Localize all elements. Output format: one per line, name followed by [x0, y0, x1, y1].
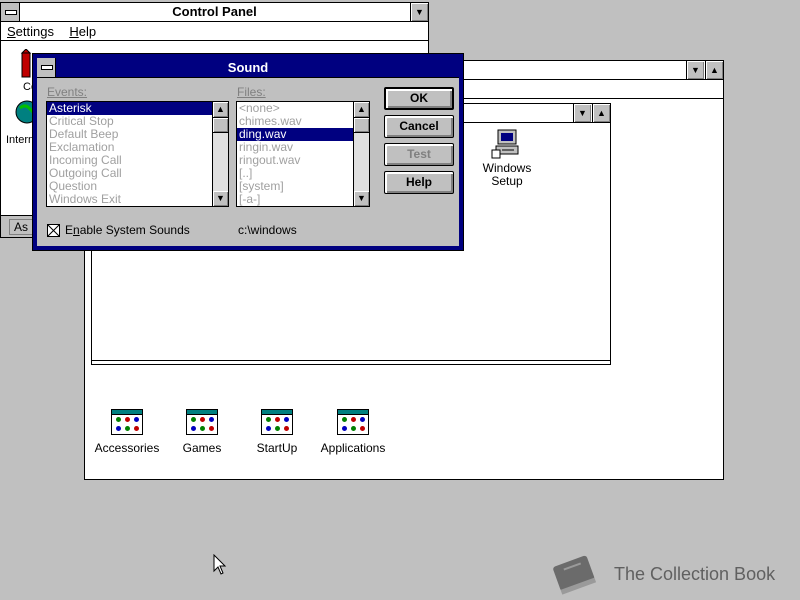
book-icon [553, 555, 597, 595]
sound-dialog-system-menu[interactable] [37, 58, 56, 77]
group-label-accessories: Accessories [94, 441, 160, 455]
windows-setup-label-line2: Setup [491, 174, 523, 188]
sound-dialog-titlebar[interactable]: Sound [37, 58, 459, 78]
file-item[interactable]: [-a-] [237, 193, 369, 206]
sound-dialog-title: Sound [227, 60, 269, 75]
menu-settings[interactable]: Settings [1, 22, 60, 41]
menu-help-key: H [69, 24, 79, 39]
minimize-button[interactable]: ▼ [686, 61, 704, 79]
control-panel-minimize-button[interactable]: ▼ [410, 3, 428, 21]
files-listbox[interactable]: <none> chimes.wav ding.wav ringin.wav ri… [236, 101, 370, 207]
scroll-down-arrow-icon[interactable]: ▼ [354, 191, 369, 206]
group-label-games: Games [182, 441, 222, 455]
maximize-button[interactable]: ▲ [705, 61, 723, 79]
menu-help[interactable]: Help [63, 22, 102, 41]
group-label-applications: Applications [320, 441, 386, 455]
control-panel-title: Control Panel [172, 4, 257, 19]
scroll-down-arrow-icon[interactable]: ▼ [213, 191, 228, 206]
ok-button[interactable]: OK [384, 87, 454, 110]
menu-settings-key: S [7, 24, 16, 39]
program-group-icon [337, 409, 369, 435]
crayon-icon [20, 48, 32, 78]
control-panel-titlebar[interactable]: Control Panel ▼ [1, 3, 428, 22]
group-minimize-button[interactable]: ▼ [573, 104, 591, 122]
menu-help-rest: elp [78, 24, 97, 39]
checkbox-check-icon [47, 224, 60, 237]
control-panel-menubar: Settings Help [1, 22, 428, 41]
group-maximize-button[interactable]: ▲ [592, 104, 610, 122]
scroll-thumb[interactable] [354, 117, 369, 133]
cancel-button[interactable]: Cancel [384, 115, 454, 138]
enable-label-key: n [73, 223, 80, 237]
sound-dialog: Sound Events: Asterisk Critical Stop Def… [32, 53, 464, 251]
enable-sounds-label: Enable System Sounds [65, 223, 190, 237]
group-bottom-edge [92, 360, 610, 364]
directory-path: c:\windows [238, 223, 297, 237]
windows-setup-icon[interactable] [490, 128, 524, 160]
mouse-cursor-icon [213, 553, 227, 579]
file-item[interactable]: ringout.wav [237, 154, 369, 167]
event-item[interactable]: Windows Exit [47, 193, 228, 206]
program-group-icon [186, 409, 218, 435]
enable-label-pre: E [65, 223, 74, 237]
group-label-startup: StartUp [256, 441, 298, 455]
watermark-text: The Collection Book [614, 564, 776, 584]
program-group-icon [261, 409, 293, 435]
scroll-thumb[interactable] [213, 117, 228, 133]
enable-sounds-checkbox[interactable]: Enable System Sounds [47, 223, 227, 239]
scroll-up-arrow-icon[interactable]: ▲ [213, 102, 228, 117]
test-button[interactable]: Test [384, 143, 454, 166]
status-text: As [14, 220, 29, 234]
program-group-icon [111, 409, 143, 435]
events-label: Events: [47, 85, 88, 99]
events-scrollbar[interactable]: ▲ ▼ [212, 102, 228, 206]
computer-icon [491, 129, 519, 159]
events-listbox[interactable]: Asterisk Critical Stop Default Beep Excl… [46, 101, 229, 207]
scroll-up-arrow-icon[interactable]: ▲ [354, 102, 369, 117]
watermark: The Collection Book [548, 550, 798, 598]
windows-setup-label: Windows Setup [467, 162, 547, 188]
menu-settings-rest: ettings [15, 24, 54, 39]
files-scrollbar[interactable]: ▲ ▼ [353, 102, 369, 206]
help-button[interactable]: Help [384, 171, 454, 194]
partial-icon-label-international: Intern [6, 134, 35, 146]
enable-label-post: able System Sounds [79, 223, 190, 237]
control-panel-system-menu[interactable] [1, 3, 20, 21]
x-mark-icon [47, 224, 60, 237]
color-icon[interactable] [19, 48, 33, 79]
files-label: Files: [237, 85, 266, 99]
